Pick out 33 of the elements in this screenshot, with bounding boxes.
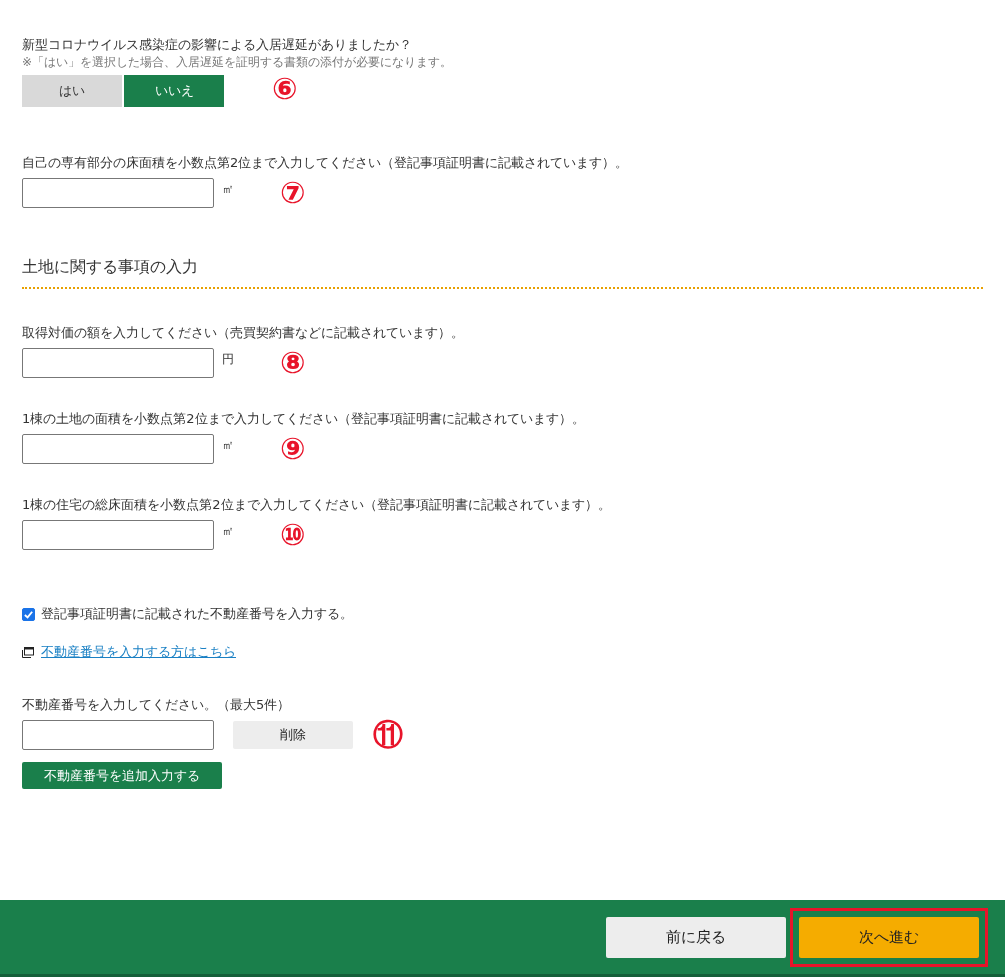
field-label: 1棟の住宅の総床面積を小数点第2位まで入力してください（登記事項証明書に記載されています）。 xyxy=(22,496,612,514)
unit-label: 円 xyxy=(222,351,235,368)
input-field[interactable] xyxy=(22,348,214,378)
step-marker: ⑥ xyxy=(272,70,298,107)
field-label: 1棟の土地の面積を小数点第2位まで入力してください（登記事項証明書に記載されています）。 xyxy=(22,410,586,428)
add-button[interactable]: 不動産番号を追加入力する xyxy=(22,762,222,789)
unit-label: ㎡ xyxy=(222,523,235,540)
step-marker: ⑩ xyxy=(280,517,306,553)
field-label: 取得対価の額を入力してください（売買契約書などに記載されています）。 xyxy=(22,324,465,342)
option-button[interactable]: いいえ xyxy=(124,75,224,107)
checkbox-label: 登記事項証明書に記載された不動産番号を入力する。 xyxy=(41,605,353,623)
question-text: 新型コロナウイルス感染症の影響による入居遅延がありましたか？ xyxy=(22,36,413,54)
delete-button[interactable]: 削除 xyxy=(233,721,353,749)
field-label: 自己の専有部分の床面積を小数点第2位まで入力してください（登記事項証明書に記載されています）。 xyxy=(22,154,630,172)
option-button[interactable]: はい xyxy=(22,75,122,107)
step-marker: ⑧ xyxy=(280,345,306,381)
input-field[interactable] xyxy=(22,720,214,750)
section-heading: 土地に関する事項の入力 xyxy=(22,256,199,278)
checkbox[interactable] xyxy=(22,607,35,621)
help-link[interactable]: 不動産番号を入力する方はこちら xyxy=(41,643,236,661)
step-marker: ⑦ xyxy=(280,175,306,211)
note-text: ※「はい」を選択した場合、入居遅延を証明する書類の添付が必要になります。 xyxy=(22,55,454,70)
back-button[interactable]: 前に戻る xyxy=(606,916,786,958)
new-window-icon xyxy=(22,646,34,658)
unit-label: ㎡ xyxy=(222,181,235,198)
step-marker: ⑪ xyxy=(373,717,403,753)
input-field[interactable] xyxy=(22,434,214,464)
step-marker: ⑨ xyxy=(280,431,306,467)
unit-label: ㎡ xyxy=(222,437,235,454)
field-label: 不動産番号を入力してください。（最大5件） xyxy=(22,696,292,714)
input-field[interactable] xyxy=(22,178,214,208)
next-button[interactable]: 次へ進む xyxy=(799,916,979,958)
input-field[interactable] xyxy=(22,520,214,550)
